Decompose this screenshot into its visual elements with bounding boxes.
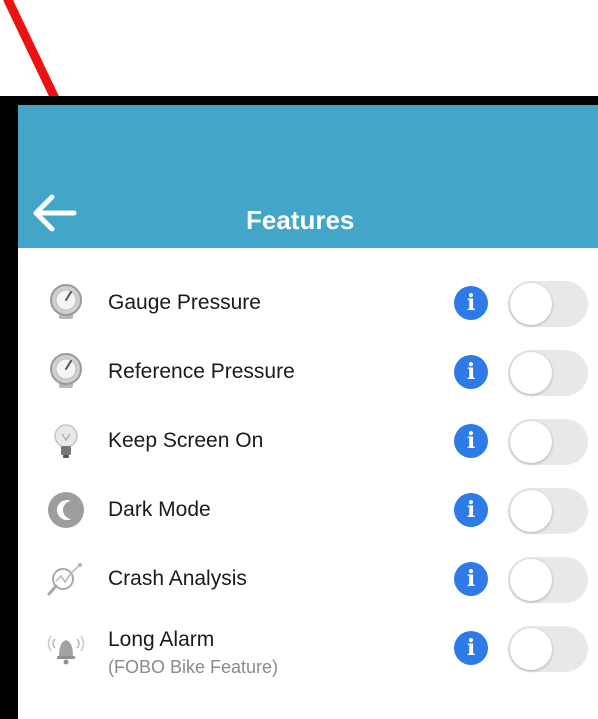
header-bar: Features [18,105,598,248]
feature-row-keep-screen-on: Keep Screen On i [18,411,598,471]
feature-row-reference-pressure: Reference Pressure i [18,342,598,402]
toggle-knob [510,490,552,532]
back-arrow-icon [33,194,77,232]
info-icon[interactable]: i [454,562,488,596]
feature-label: Long Alarm [108,628,215,651]
features-screen: Features Gauge Pressure i Reference Pres… [18,105,598,719]
magnifier-chart-icon [47,563,82,596]
device-frame: Features Gauge Pressure i Reference Pres… [0,96,598,719]
feature-row-gauge-pressure: Gauge Pressure i [18,273,598,333]
info-icon[interactable]: i [454,631,488,665]
toggle-knob [510,628,552,670]
page-title: Features [246,205,355,235]
info-icon[interactable]: i [454,424,488,458]
feature-label: Crash Analysis [108,567,247,590]
long-alarm-toggle[interactable] [508,626,588,672]
info-icon[interactable]: i [454,355,488,389]
reference-pressure-toggle[interactable] [508,350,588,396]
toggle-knob [510,559,552,601]
gauge-icon [50,353,82,388]
feature-row-long-alarm: Long Alarm (FOBO Bike Feature) i [18,618,598,678]
toggle-knob [510,283,552,325]
feature-label: Keep Screen On [108,429,264,452]
gauge-icon [50,284,82,319]
keep-screen-on-toggle[interactable] [508,419,588,465]
feature-row-dark-mode: Dark Mode i [18,480,598,540]
toggle-knob [510,352,552,394]
crash-analysis-toggle[interactable] [508,557,588,603]
moon-icon [48,492,84,528]
feature-subtitle: (FOBO Bike Feature) [108,657,279,677]
back-button[interactable] [30,193,78,233]
info-icon[interactable]: i [454,493,488,527]
feature-label: Reference Pressure [108,360,295,383]
info-icon[interactable]: i [454,286,488,320]
toggle-knob [510,421,552,463]
feature-label: Dark Mode [108,498,211,521]
feature-row-crash-analysis: Crash Analysis i [18,549,598,609]
feature-label: Gauge Pressure [108,291,261,314]
alarm-bell-icon [47,635,85,665]
dark-mode-toggle[interactable] [508,488,588,534]
gauge-pressure-toggle[interactable] [508,281,588,327]
lightbulb-icon [54,424,78,458]
